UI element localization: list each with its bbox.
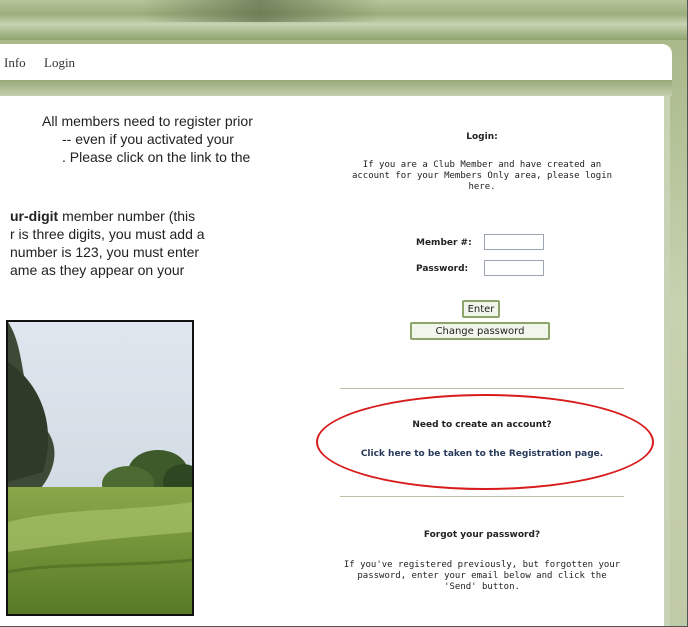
screenshot-border: [0, 0, 688, 627]
